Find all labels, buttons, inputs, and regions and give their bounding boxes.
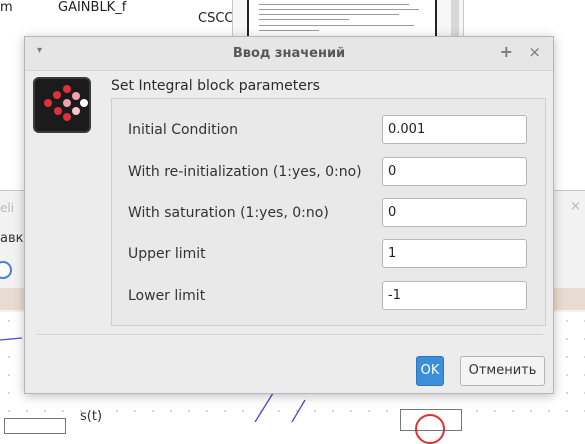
- bg-text-m: m: [0, 0, 13, 15]
- bg-window-title: eli: [0, 201, 15, 215]
- cancel-button[interactable]: Отменить: [460, 356, 545, 386]
- pin-icon[interactable]: +: [500, 42, 513, 61]
- signal-label: s(t): [80, 409, 103, 424]
- saturation-input[interactable]: [382, 198, 527, 227]
- bg-menu-item[interactable]: авк: [0, 231, 23, 246]
- bg-window-close-icon[interactable]: ×: [570, 199, 581, 214]
- document-page: [247, 0, 437, 40]
- lower-limit-label: Lower limit: [128, 288, 206, 304]
- ok-button[interactable]: OK: [416, 356, 444, 386]
- parameters-group: Initial Condition With re-initialization…: [111, 98, 546, 326]
- upper-limit-input[interactable]: [382, 239, 527, 268]
- upper-limit-label: Upper limit: [128, 246, 206, 262]
- diagram-block[interactable]: [4, 418, 66, 434]
- dialog-title: Ввод значений: [232, 46, 346, 61]
- bg-block-label-cscope: CSCC: [198, 11, 234, 26]
- initial-condition-label: Initial Condition: [128, 122, 238, 138]
- initial-condition-input[interactable]: [382, 115, 527, 144]
- document-scrollbar[interactable]: [451, 0, 459, 40]
- close-icon[interactable]: ×: [528, 43, 541, 61]
- dialog-heading: Set Integral block parameters: [111, 78, 320, 94]
- reinitialization-input[interactable]: [382, 157, 527, 186]
- saturation-label: With saturation (1:yes, 0:no): [128, 205, 329, 221]
- scilab-dots-icon: [33, 77, 91, 133]
- document-preview: [232, 0, 464, 40]
- input-values-dialog: ▾ Ввод значений + × Set Integral block p…: [24, 36, 554, 394]
- bg-block-label-gainblk: GAINBLK_f: [58, 0, 127, 15]
- dialog-titlebar[interactable]: ▾ Ввод значений + ×: [25, 37, 553, 71]
- circle-icon: [415, 414, 445, 444]
- zoom-icon[interactable]: [0, 261, 12, 279]
- lower-limit-input[interactable]: [382, 281, 527, 310]
- diagram-block-scope[interactable]: [400, 409, 462, 444]
- reinitialization-label: With re-initialization (1:yes, 0:no): [128, 164, 362, 180]
- separator: [37, 334, 543, 335]
